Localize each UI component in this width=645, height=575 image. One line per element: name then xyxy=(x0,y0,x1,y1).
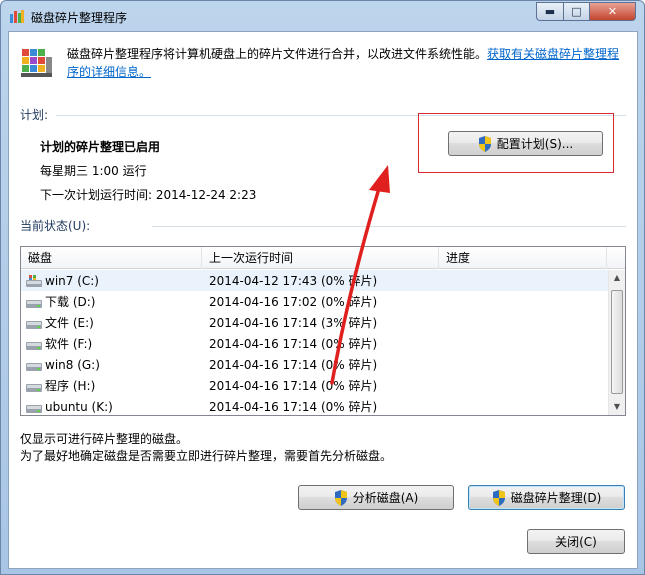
table-row[interactable]: ubuntu (K:) 2014-04-16 17:14 (0% 碎片) xyxy=(21,396,609,415)
schedule-frequency: 每星期三 1:00 运行 xyxy=(40,164,147,178)
disk-name: win8 (G:) xyxy=(45,357,100,372)
description-text: 磁盘碎片整理程序将计算机硬盘上的碎片文件进行合并，以改进文件系统性能。 xyxy=(67,47,488,61)
last-run-cell: 2014-04-16 17:14 (0% 碎片) xyxy=(209,400,378,414)
annotation-highlight-box xyxy=(418,113,614,173)
uac-shield-icon xyxy=(334,489,347,506)
close-button[interactable]: 关闭(C) xyxy=(527,529,625,554)
schedule-status: 计划的碎片整理已启用 xyxy=(40,140,161,154)
close-icon: ✕ xyxy=(607,5,618,18)
scrollbar-thumb[interactable] xyxy=(611,290,623,394)
defrag-header-icon xyxy=(21,49,52,77)
current-status-label: 当前状态(U): xyxy=(20,219,91,233)
disk-list-body: win7 (C:) 2014-04-12 17:43 (0% 碎片) 下载 (D… xyxy=(21,270,609,415)
schedule-group-label: 计划: xyxy=(20,108,49,122)
status-separator xyxy=(152,226,626,227)
vertical-scrollbar[interactable]: ▲ ▼ xyxy=(608,270,625,415)
drive-icon xyxy=(26,320,42,329)
analyze-disk-label: 分析磁盘(A) xyxy=(352,491,419,505)
drive-icon xyxy=(26,362,42,371)
disk-cell: 软件 (F:) xyxy=(21,335,202,352)
last-run-cell: 2014-04-12 17:43 (0% 碎片) xyxy=(209,274,378,288)
disk-cell: win8 (G:) xyxy=(21,358,202,372)
window-controls: ▬ □ ✕ xyxy=(536,2,636,22)
drive-icon xyxy=(26,341,42,350)
uac-shield-icon xyxy=(492,489,505,506)
column-header-filler xyxy=(607,247,625,269)
last-run-cell: 2014-04-16 17:14 (0% 碎片) xyxy=(209,379,378,393)
disk-cell: 下载 (D:) xyxy=(21,293,202,310)
windows-drive-icon xyxy=(26,274,42,287)
last-run-cell: 2014-04-16 17:02 (0% 碎片) xyxy=(209,295,378,309)
table-row[interactable]: 软件 (F:) 2014-04-16 17:14 (0% 碎片) xyxy=(21,333,609,354)
table-row[interactable]: 下载 (D:) 2014-04-16 17:02 (0% 碎片) xyxy=(21,291,609,312)
defrag-app-icon xyxy=(10,10,24,23)
disk-name: ubuntu (K:) xyxy=(45,399,113,414)
close-window-button[interactable]: ✕ xyxy=(590,2,636,21)
last-run-cell: 2014-04-16 17:14 (3% 碎片) xyxy=(209,316,378,330)
defrag-disk-label: 磁盘碎片整理(D) xyxy=(510,491,602,505)
note-analyze-first: 为了最好地确定磁盘是否需要立即进行碎片整理，需要首先分析磁盘。 xyxy=(20,449,393,463)
disk-cell: ubuntu (K:) xyxy=(21,400,202,414)
disk-name: 软件 (F:) xyxy=(45,337,93,351)
minimize-icon: ▬ xyxy=(544,5,556,18)
schedule-next-run: 下一次计划运行时间: 2014-12-24 2:23 xyxy=(40,188,257,202)
table-row[interactable]: 文件 (E:) 2014-04-16 17:14 (3% 碎片) xyxy=(21,312,609,333)
close-label: 关闭(C) xyxy=(555,535,597,549)
table-row[interactable]: win7 (C:) 2014-04-12 17:43 (0% 碎片) xyxy=(21,270,609,291)
table-row[interactable]: win8 (G:) 2014-04-16 17:14 (0% 碎片) xyxy=(21,354,609,375)
disk-cell: win7 (C:) xyxy=(21,274,202,288)
last-run-cell: 2014-04-16 17:14 (0% 碎片) xyxy=(209,358,378,372)
maximize-button[interactable]: □ xyxy=(563,2,590,21)
analyze-disk-button[interactable]: 分析磁盘(A) xyxy=(298,485,454,510)
disk-name: 下载 (D:) xyxy=(45,295,96,309)
last-run-cell: 2014-04-16 17:14 (0% 碎片) xyxy=(209,337,378,351)
minimize-button[interactable]: ▬ xyxy=(536,2,563,21)
column-header-last-run[interactable]: 上一次运行时间 xyxy=(202,247,439,269)
drive-icon xyxy=(26,404,42,413)
column-header-disk[interactable]: 磁盘 xyxy=(21,247,202,269)
column-header-progress[interactable]: 进度 xyxy=(439,247,607,269)
disk-list[interactable]: 磁盘 上一次运行时间 进度 win7 (C:) 2014-04-12 17:43… xyxy=(20,246,626,416)
drive-icon xyxy=(26,299,42,308)
disk-name: 文件 (E:) xyxy=(45,316,94,330)
disk-name: win7 (C:) xyxy=(45,273,99,288)
window-title: 磁盘碎片整理程序 xyxy=(31,11,128,25)
header-description: 磁盘碎片整理程序将计算机硬盘上的碎片文件进行合并，以改进文件系统性能。获取有关磁… xyxy=(67,45,627,81)
scroll-up-arrow-icon[interactable]: ▲ xyxy=(609,270,625,286)
note-defraggable-only: 仅显示可进行碎片整理的磁盘。 xyxy=(20,432,189,446)
scroll-down-arrow-icon[interactable]: ▼ xyxy=(609,399,625,415)
disk-list-header: 磁盘 上一次运行时间 进度 xyxy=(21,247,625,269)
disk-name: 程序 (H:) xyxy=(45,379,96,393)
table-row[interactable]: 程序 (H:) 2014-04-16 17:14 (0% 碎片) xyxy=(21,375,609,396)
defrag-disk-button[interactable]: 磁盘碎片整理(D) xyxy=(468,485,625,510)
disk-cell: 程序 (H:) xyxy=(21,377,202,394)
disk-cell: 文件 (E:) xyxy=(21,314,202,331)
maximize-icon: □ xyxy=(571,5,582,18)
title-bar[interactable]: 磁盘碎片整理程序 ▬ □ ✕ xyxy=(1,1,644,31)
drive-icon xyxy=(26,383,42,392)
